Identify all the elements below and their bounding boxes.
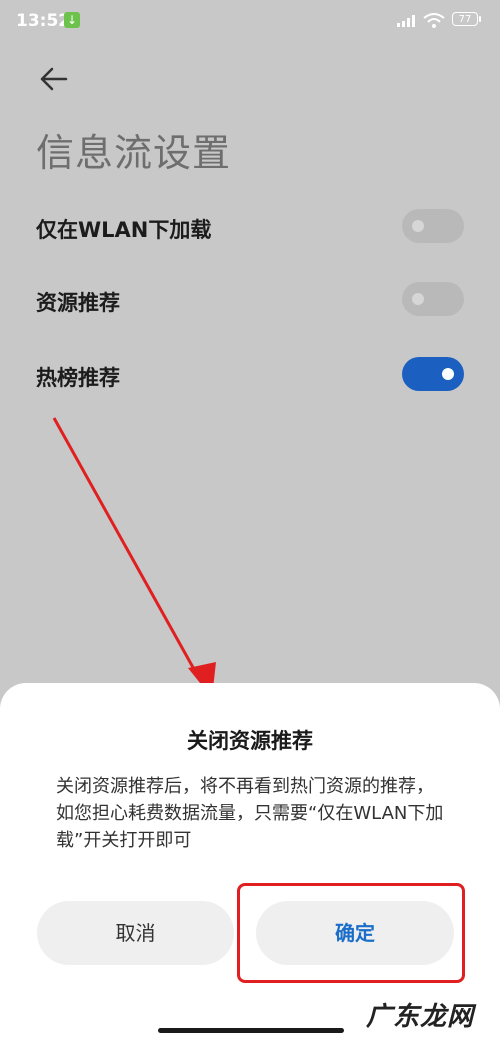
setting-row-hot-list: 热榜推荐 [36, 354, 464, 394]
dialog-message: 关闭资源推荐后，将不再看到热门资源的推荐，如您担心耗费数据流量，只需要“仅在WL… [56, 776, 444, 851]
watermark-logo: 广东龙网 [366, 1002, 475, 1032]
status-bar: 13:52 ↓ 77 [0, 0, 500, 44]
wlan-only-toggle[interactable] [402, 209, 464, 243]
setting-label: 资源推荐 [36, 291, 120, 315]
setting-row-resource-recommend: 资源推荐 [36, 279, 464, 319]
wifi-icon [423, 13, 445, 28]
signal-icon [397, 15, 415, 27]
toggle-knob [412, 293, 424, 305]
toggle-knob [442, 368, 454, 380]
hot-list-toggle[interactable] [402, 357, 464, 391]
battery-icon: 77 [452, 12, 481, 26]
home-indicator[interactable] [158, 1028, 344, 1033]
toggle-knob [412, 220, 424, 232]
setting-label: 仅在WLAN下加载 [36, 218, 212, 242]
page-title: 信息流设置 [36, 131, 232, 175]
back-arrow-icon[interactable] [36, 62, 70, 96]
setting-label: 热榜推荐 [36, 366, 120, 390]
download-icon: ↓ [64, 12, 80, 28]
cancel-button[interactable]: 取消 [37, 901, 234, 965]
annotation-highlight-box [237, 883, 465, 983]
dialog-title: 关闭资源推荐 [187, 729, 313, 753]
confirm-dialog: 关闭资源推荐 关闭资源推荐后，将不再看到热门资源的推荐，如您担心耗费数据流量，只… [0, 683, 500, 1042]
resource-recommend-toggle[interactable] [402, 282, 464, 316]
status-time: 13:52 [16, 11, 71, 31]
setting-row-wlan-only: 仅在WLAN下加载 [36, 206, 464, 246]
